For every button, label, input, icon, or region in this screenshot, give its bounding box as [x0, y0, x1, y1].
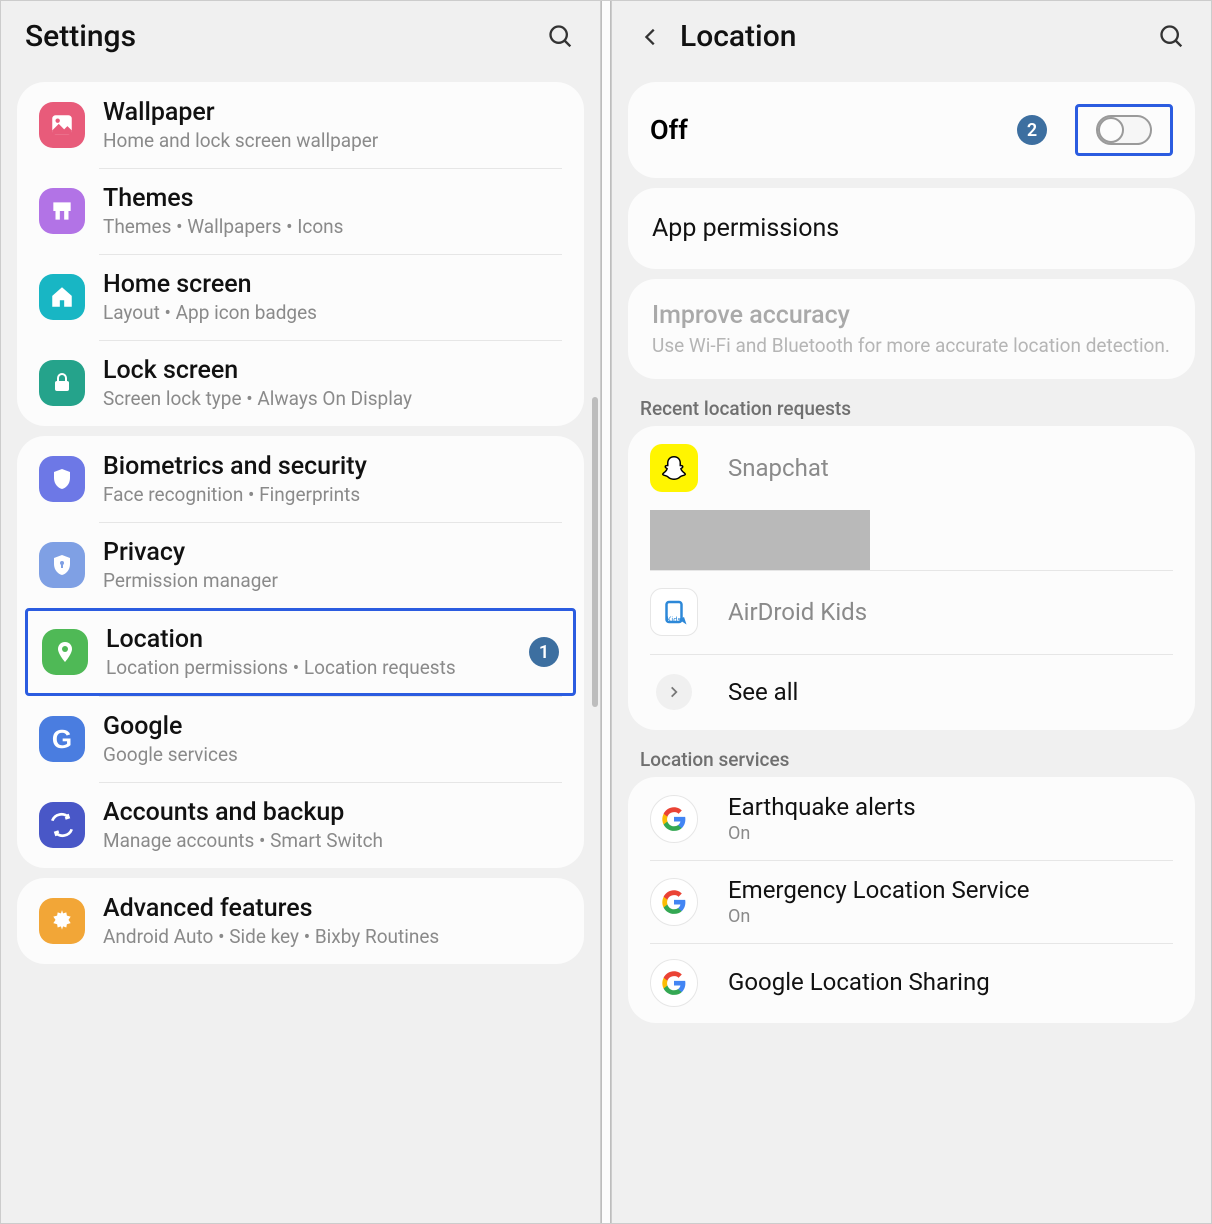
airdroid-icon: Kids [650, 588, 698, 636]
location-title: Location [680, 19, 1157, 54]
location-toggle-row: Off 2 [628, 82, 1195, 178]
location-pane: Location Off 2 App permissions Improve a… [611, 1, 1211, 1223]
settings-item-location[interactable]: Location Location permissions • Location… [25, 608, 576, 696]
settings-item-wallpaper[interactable]: Wallpaper Home and lock screen wallpaper [17, 82, 584, 168]
settings-header: Settings [1, 1, 600, 72]
recent-requests-label: Recent location requests [640, 397, 1183, 420]
location-switch[interactable] [1096, 115, 1152, 145]
service-emergency[interactable]: Emergency Location Service On [628, 860, 1195, 943]
settings-group-1: Wallpaper Home and lock screen wallpaper… [17, 82, 584, 426]
settings-item-accounts[interactable]: Accounts and backup Manage accounts • Sm… [17, 782, 584, 868]
service-earthquake[interactable]: Earthquake alerts On [628, 777, 1195, 860]
pane-divider [601, 1, 611, 1223]
settings-item-google[interactable]: G Google Google services [17, 696, 584, 782]
recent-app-redacted[interactable] [628, 510, 1195, 570]
location-icon [42, 629, 88, 675]
privacy-icon [39, 542, 85, 588]
redacted-block [650, 510, 870, 570]
toggle-highlight [1075, 104, 1173, 156]
app-permissions-row[interactable]: App permissions [628, 188, 1195, 269]
step-badge-1: 1 [529, 637, 559, 667]
accounts-icon [39, 802, 85, 848]
google-icon: G [39, 716, 85, 762]
item-title: Wallpaper [103, 98, 562, 127]
settings-pane: Settings Wallpaper Home and lock screen … [1, 1, 601, 1223]
gear-icon [39, 898, 85, 944]
settings-item-home-screen[interactable]: Home screen Layout • App icon badges [17, 254, 584, 340]
scrollbar[interactable] [592, 397, 598, 707]
lock-icon [39, 360, 85, 406]
location-header: Location [612, 1, 1211, 72]
snapchat-icon [650, 444, 698, 492]
google-g-icon [650, 795, 698, 843]
shield-icon [39, 456, 85, 502]
step-badge-2: 2 [1017, 115, 1047, 145]
settings-item-biometrics[interactable]: Biometrics and security Face recognition… [17, 436, 584, 522]
location-services-label: Location services [640, 748, 1183, 771]
improve-accuracy-row: Improve accuracy Use Wi-Fi and Bluetooth… [628, 279, 1195, 379]
settings-item-advanced[interactable]: Advanced features Android Auto • Side ke… [17, 878, 584, 964]
back-icon[interactable] [636, 22, 666, 52]
settings-title: Settings [25, 19, 546, 54]
search-icon[interactable] [546, 22, 576, 52]
home-icon [39, 274, 85, 320]
recent-requests-card: Snapchat Kids AirDroid Kids See all [628, 426, 1195, 730]
toggle-label: Off [650, 114, 1007, 146]
wallpaper-icon [39, 102, 85, 148]
themes-icon [39, 188, 85, 234]
search-icon[interactable] [1157, 22, 1187, 52]
recent-app-airdroid[interactable]: Kids AirDroid Kids [628, 570, 1195, 654]
service-location-sharing[interactable]: Google Location Sharing [628, 943, 1195, 1023]
google-g-icon [650, 959, 698, 1007]
google-g-icon [650, 878, 698, 926]
settings-group-3: Advanced features Android Auto • Side ke… [17, 878, 584, 964]
settings-item-themes[interactable]: Themes Themes • Wallpapers • Icons [17, 168, 584, 254]
location-services-card: Earthquake alerts On Emergency Location … [628, 777, 1195, 1023]
recent-app-snapchat[interactable]: Snapchat [628, 426, 1195, 510]
item-sub: Home and lock screen wallpaper [103, 129, 562, 152]
see-all-row[interactable]: See all [628, 654, 1195, 730]
chevron-right-icon [656, 674, 692, 710]
settings-item-lock-screen[interactable]: Lock screen Screen lock type • Always On… [17, 340, 584, 426]
settings-item-privacy[interactable]: Privacy Permission manager [17, 522, 584, 608]
settings-group-2: Biometrics and security Face recognition… [17, 436, 584, 868]
